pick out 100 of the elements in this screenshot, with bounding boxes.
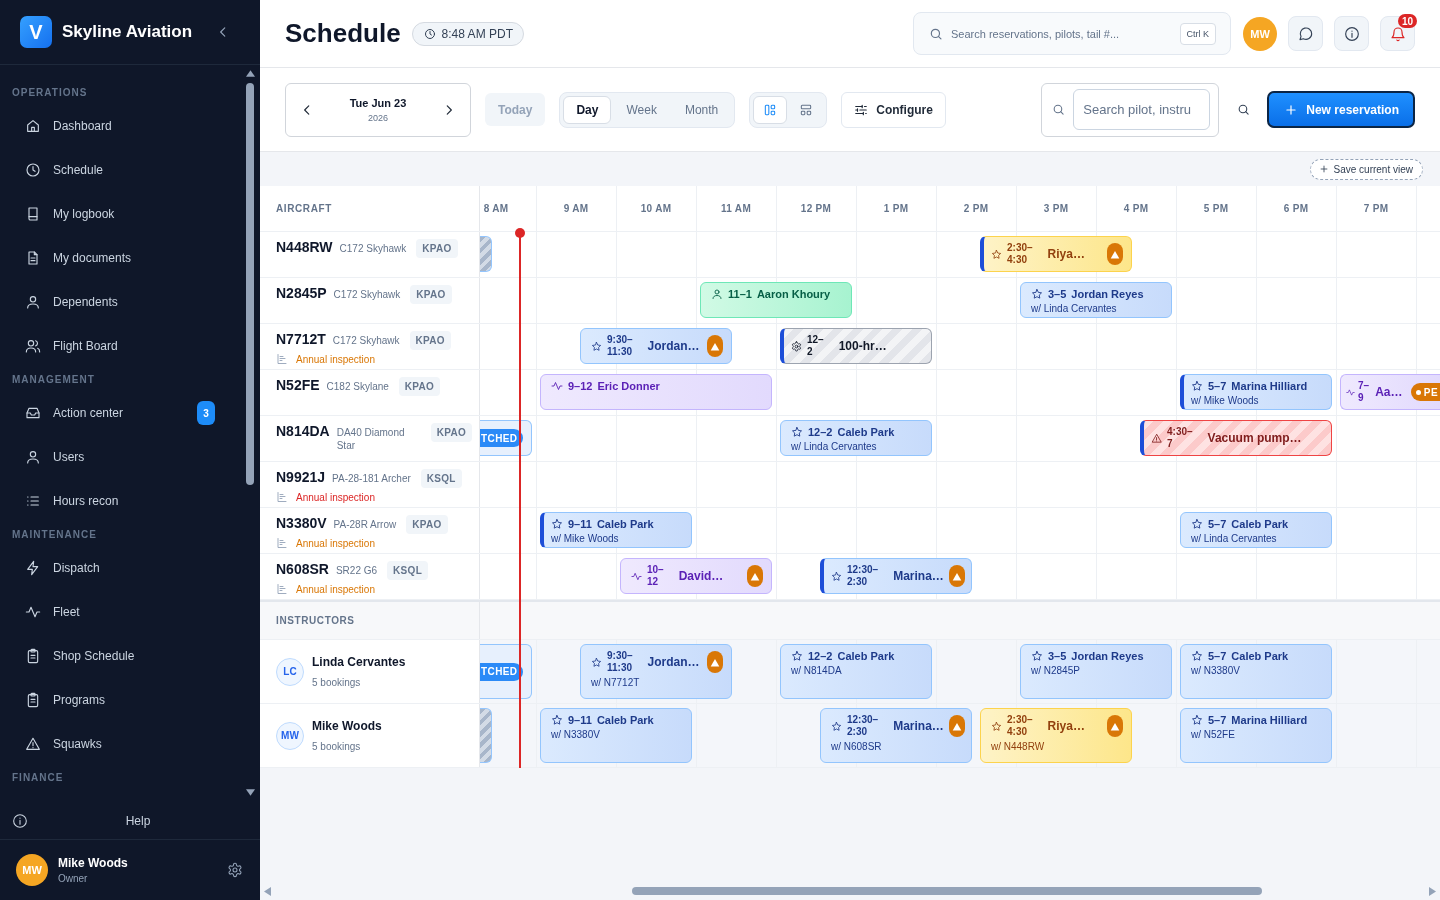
booking-card[interactable]: 2:30–4:30 Riya… w/ N448RW <box>980 708 1132 763</box>
settings-icon[interactable] <box>227 862 243 878</box>
booking-card[interactable]: 9:30–11:30 Jordan… w/ N7712T <box>580 644 732 699</box>
booking-card[interactable]: 12–2 Caleb Park w/ Linda Cervantes <box>780 420 932 456</box>
warning-icon <box>1151 432 1162 444</box>
nav-item[interactable]: Fleet <box>0 590 243 634</box>
booking-title: Jordan… <box>647 339 700 353</box>
hour-label: 3 PM <box>1043 203 1069 214</box>
booking-time: 3–5 <box>1048 288 1067 300</box>
booking-card[interactable]: 5–7 Marina Hilliard w/ N52FE <box>1180 708 1332 763</box>
configure-button[interactable]: Configure <box>841 91 946 128</box>
notifications-button[interactable]: 10 <box>1380 16 1415 51</box>
aircraft-model: C182 Skylane <box>326 380 389 393</box>
search-icon <box>929 26 943 41</box>
nav-item[interactable]: Dependents <box>0 280 243 324</box>
search-input[interactable]: Search pilot, instru <box>1073 89 1211 130</box>
tail-number: N7712T <box>276 331 326 347</box>
tail-number: N52FE <box>276 377 320 393</box>
booking-card[interactable]: 12:30–2:30 Marina… w/ N608SR <box>820 708 972 763</box>
booking-time: 12–2 <box>807 334 824 358</box>
nav-item[interactable]: My logbook <box>0 192 243 236</box>
booking-card[interactable]: 9:30–11:30 Jordan… <box>580 328 732 364</box>
booking-title: Jordan… <box>647 655 700 669</box>
instructor-avatar: LC <box>276 657 304 686</box>
nav-item[interactable]: Programs <box>0 678 243 722</box>
aircraft-model: SR22 G6 <box>335 564 378 577</box>
booking-card[interactable]: 5–7 Caleb Park w/ Linda Cervantes <box>1180 512 1332 548</box>
booking-title: Marina Hilliard <box>1231 380 1308 392</box>
person-icon <box>25 449 41 465</box>
booking-time: 3–5 <box>1048 650 1067 662</box>
booking-card[interactable]: 5–7 Caleb Park w/ N3380V <box>1180 644 1332 699</box>
nav-item[interactable]: Squawks <box>0 722 243 766</box>
booking-card[interactable]: 12–2 Caleb Park w/ N814DA <box>780 644 932 699</box>
scroll-up-icon[interactable] <box>245 70 255 77</box>
count-pill: 3 <box>197 401 215 425</box>
view-tab[interactable]: Month <box>671 95 732 124</box>
star-icon <box>1031 288 1043 300</box>
layout-button[interactable] <box>753 95 788 124</box>
booking-card[interactable]: 3–5 Jordan Reyes w/ Linda Cervantes <box>1020 282 1172 318</box>
nav-item[interactable]: Users <box>0 435 243 479</box>
booking-time: 12–2 <box>808 650 833 662</box>
nav-item[interactable]: My documents <box>0 236 243 280</box>
view-tab[interactable]: Week <box>613 95 670 124</box>
pulse-icon <box>25 604 41 620</box>
star-icon <box>591 340 602 352</box>
save-view-button[interactable]: Save current view <box>1309 158 1423 180</box>
nav-item[interactable]: Shop Schedule <box>0 634 243 678</box>
booking-time: 9–11 <box>568 714 592 726</box>
view-tab[interactable]: Day <box>563 95 612 124</box>
new-reservation-button[interactable]: New reservation <box>1267 91 1415 128</box>
year-label: 2026 <box>368 112 388 123</box>
nav-item[interactable]: Hours recon <box>0 479 243 523</box>
star-icon <box>991 720 1002 732</box>
hour-label: 7 PM <box>1363 203 1389 214</box>
scrollbar-thumb[interactable] <box>631 887 1262 895</box>
nav-item[interactable]: Action center 3 <box>0 391 243 435</box>
bars-icon <box>276 583 288 595</box>
info-button[interactable] <box>1334 16 1369 51</box>
airport-tag: KPAO <box>406 515 448 534</box>
search-field[interactable]: Search reservations, pilots, tail #... Ctrl K <box>913 12 1231 55</box>
booking-card[interactable]: 12–2 100-hr… <box>780 328 932 364</box>
booking-card[interactable]: 2:30–4:30 Riya… <box>980 236 1132 272</box>
hour-label: 8 AM <box>483 203 509 214</box>
help-link[interactable]: Help <box>0 803 260 839</box>
booking-card[interactable]: 10–12 David… <box>620 558 772 594</box>
nav-item[interactable]: Dashboard <box>0 104 243 148</box>
booking-title: 100-hr… <box>838 339 887 353</box>
search-input[interactable]: Search reservations, pilots, tail #... <box>951 27 1172 40</box>
instructor-avatar: MW <box>276 721 304 750</box>
inspection-label: Annual inspection <box>296 583 375 595</box>
person-icon <box>711 288 723 300</box>
scrollbar-thumb[interactable] <box>246 83 254 485</box>
hour-label: 5 PM <box>1203 203 1229 214</box>
list-icon <box>25 493 41 509</box>
booking-card[interactable]: 4:30–7 Vacuum pump… <box>1140 420 1332 456</box>
aircraft-model: C172 Skyhawk <box>333 288 401 301</box>
booking-card[interactable]: 9–11 Caleb Park w/ N3380V <box>540 708 692 763</box>
booking-card[interactable]: 9–11 Caleb Park w/ Mike Woods <box>540 512 692 548</box>
chat-button[interactable] <box>1288 16 1323 51</box>
pulse-icon <box>1346 387 1355 397</box>
star-icon <box>551 518 563 530</box>
nav-item[interactable]: Flight Board <box>0 324 243 368</box>
star-icon <box>991 248 1002 260</box>
booking-card[interactable]: 3–5 Jordan Reyes w/ N2845P <box>1020 644 1172 699</box>
booking-time: 9:30–11:30 <box>607 650 633 674</box>
booking-title: Eric Donner <box>597 380 660 392</box>
nav-item[interactable]: Dispatch <box>0 546 243 590</box>
pulse-icon <box>631 570 642 582</box>
search-button[interactable] <box>1237 103 1251 116</box>
nav-item[interactable]: Schedule <box>0 148 243 192</box>
date-label: Tue Jun 23 <box>349 96 407 109</box>
booking-card[interactable]: 11–1 Aaron Khoury <box>700 282 852 318</box>
booking-card[interactable]: 5–7 Marina Hilliard w/ Mike Woods <box>1180 374 1332 410</box>
booking-time: 2:30–4:30 <box>1007 242 1033 266</box>
section-label: MAINTENANCE <box>12 528 97 542</box>
booking-subtitle: w/ N608SR <box>831 741 882 752</box>
booking-card[interactable]: 12:30–2:30 Marina… <box>820 558 972 594</box>
scroll-down-icon[interactable] <box>245 789 255 796</box>
booking-card[interactable]: 9–12 Eric Donner <box>540 374 772 410</box>
instructor-name: Linda Cervantes <box>312 655 406 669</box>
